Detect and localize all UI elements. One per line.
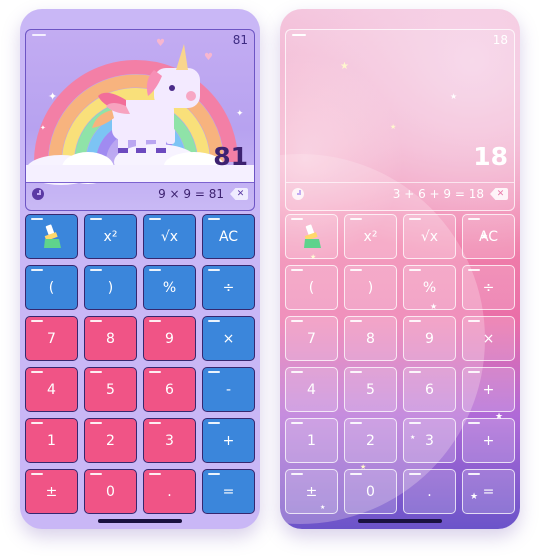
key-equals[interactable]: = (462, 469, 515, 514)
key-7[interactable]: 7 (25, 316, 78, 361)
key-all-clear[interactable]: AC (462, 214, 515, 259)
key-plus-upper[interactable]: + (462, 367, 515, 412)
key-9[interactable]: 9 (403, 316, 456, 361)
key-close-paren[interactable]: ) (84, 265, 137, 310)
key-4[interactable]: 4 (25, 367, 78, 412)
display-dash (292, 34, 306, 36)
key-divide[interactable]: ÷ (462, 265, 515, 310)
home-indicator[interactable] (358, 519, 442, 523)
key-1[interactable]: 1 (285, 418, 338, 463)
backspace-icon[interactable]: ✕ (230, 188, 248, 200)
calculator-unicorn-theme: ♥ ♥ ✦ ✦ ✦ 81 81 9 × 9 = 81 ✕ x² √x AC ( … (20, 9, 260, 529)
key-plus-minus[interactable]: ± (285, 469, 338, 514)
key-equals[interactable]: = (202, 469, 255, 514)
result-value: 18 (473, 142, 508, 171)
key-multiply[interactable]: × (202, 316, 255, 361)
svg-text:✦: ✦ (40, 124, 46, 132)
key-2[interactable]: 2 (84, 418, 137, 463)
expression-text: 3 + 6 + 9 = 18 (392, 187, 484, 201)
display-dash (32, 34, 46, 36)
key-decimal[interactable]: . (143, 469, 196, 514)
paint-brush-icon (43, 224, 61, 248)
key-plus[interactable]: + (202, 418, 255, 463)
key-multiply[interactable]: × (462, 316, 515, 361)
key-square[interactable]: x² (344, 214, 397, 259)
key-1[interactable]: 1 (25, 418, 78, 463)
svg-text:✦: ✦ (48, 90, 57, 103)
key-decimal[interactable]: . (403, 469, 456, 514)
key-8[interactable]: 8 (344, 316, 397, 361)
paint-brush-icon (303, 224, 321, 248)
key-close-paren[interactable]: ) (344, 265, 397, 310)
key-3[interactable]: 3 (143, 418, 196, 463)
clock-icon[interactable] (292, 188, 304, 200)
svg-text:✦: ✦ (236, 109, 244, 119)
expression-row: 9 × 9 = 81 ✕ (26, 182, 254, 209)
key-plus[interactable]: + (462, 418, 515, 463)
display-panel: ♥ ♥ ✦ ✦ ✦ 81 81 9 × 9 = 81 ✕ (25, 29, 255, 211)
svg-text:♥: ♥ (156, 38, 165, 49)
key-7[interactable]: 7 (285, 316, 338, 361)
key-0[interactable]: 0 (84, 469, 137, 514)
key-6[interactable]: 6 (403, 367, 456, 412)
key-percent[interactable]: % (143, 265, 196, 310)
key-plus-minus[interactable]: ± (25, 469, 78, 514)
theme-button[interactable] (25, 214, 78, 259)
key-percent[interactable]: % (403, 265, 456, 310)
key-open-paren[interactable]: ( (25, 265, 78, 310)
key-4[interactable]: 4 (285, 367, 338, 412)
home-indicator[interactable] (98, 519, 182, 523)
result-value: 81 (213, 142, 248, 171)
key-8[interactable]: 8 (84, 316, 137, 361)
key-5[interactable]: 5 (344, 367, 397, 412)
key-6[interactable]: 6 (143, 367, 196, 412)
key-sqrt[interactable]: √x (403, 214, 456, 259)
display-panel: 18 18 3 + 6 + 9 = 18 ✕ (285, 29, 515, 211)
key-open-paren[interactable]: ( (285, 265, 338, 310)
key-all-clear[interactable]: AC (202, 214, 255, 259)
key-9[interactable]: 9 (143, 316, 196, 361)
backspace-icon[interactable]: ✕ (490, 188, 508, 200)
expression-text: 9 × 9 = 81 (158, 187, 224, 201)
svg-text:♥: ♥ (204, 52, 213, 63)
key-0[interactable]: 0 (344, 469, 397, 514)
key-sqrt[interactable]: √x (143, 214, 196, 259)
key-5[interactable]: 5 (84, 367, 137, 412)
counter-value: 18 (492, 33, 508, 47)
key-divide[interactable]: ÷ (202, 265, 255, 310)
key-minus[interactable]: - (202, 367, 255, 412)
counter-value: 81 (232, 33, 248, 47)
key-3[interactable]: 3 (403, 418, 456, 463)
key-2[interactable]: 2 (344, 418, 397, 463)
theme-button[interactable] (285, 214, 338, 259)
clock-icon[interactable] (32, 188, 44, 200)
calculator-galaxy-theme: ★ ★ ★ ★ ★ ★ ★ ★ ★ ★ ★ 18 18 3 + 6 + 9 = … (280, 9, 520, 529)
key-square[interactable]: x² (84, 214, 137, 259)
expression-row: 3 + 6 + 9 = 18 ✕ (286, 182, 514, 209)
